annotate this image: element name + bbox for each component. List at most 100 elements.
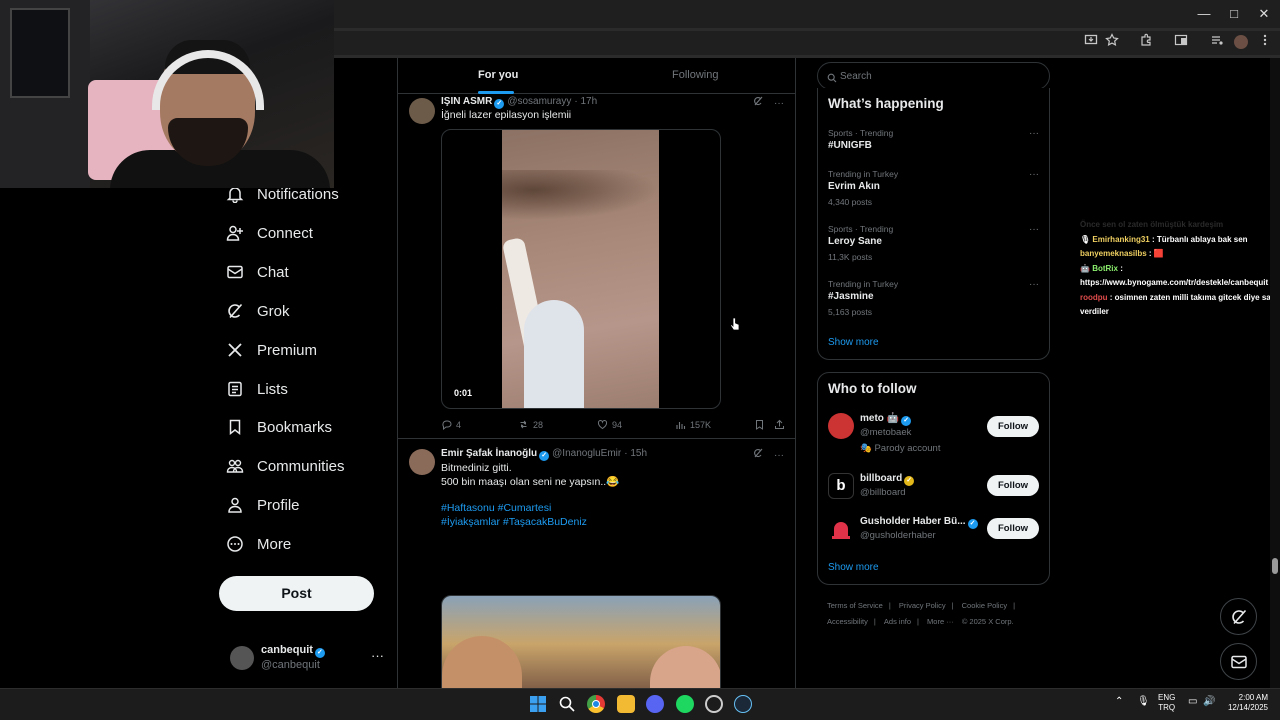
siren-icon[interactable]: [828, 516, 854, 542]
mail-icon: [222, 259, 248, 285]
grok-icon[interactable]: [753, 96, 766, 109]
views-button[interactable]: 157K: [675, 419, 711, 430]
verified-badge-icon: ✓: [967, 519, 978, 529]
follow-button[interactable]: Follow: [987, 475, 1039, 496]
suggested-user-name[interactable]: Gusholder Haber Bü... ✓: [860, 516, 978, 529]
reply-icon: [442, 420, 452, 430]
footer-cookie-link[interactable]: Cookie Policy: [962, 601, 1007, 610]
tweet[interactable]: IŞIN ASMR ✓ @sosamurayy · 17h ··· İğneli la…: [398, 94, 795, 439]
minimize-button[interactable]: —: [1192, 4, 1216, 24]
follow-button[interactable]: Follow: [987, 416, 1039, 437]
windows-taskbar: [0, 688, 1280, 720]
x-logo-icon: [222, 337, 248, 363]
tweet[interactable]: Emir Şafak İnanoğlu ✓ @InanogluEmir · 15h ·…: [398, 440, 795, 688]
footer-ads-link[interactable]: Ads info: [884, 617, 911, 626]
browser-menu-icon[interactable]: [1256, 33, 1274, 51]
nav-bookmarks[interactable]: Bookmarks: [222, 412, 332, 442]
media-control-icon[interactable]: [1208, 33, 1226, 51]
follow-button[interactable]: Follow: [987, 518, 1039, 539]
account-more-icon[interactable]: ···: [371, 648, 384, 663]
avatar[interactable]: [409, 449, 435, 475]
page-scrollbar[interactable]: [1270, 58, 1280, 688]
nav-premium[interactable]: Premium: [222, 335, 317, 365]
spotify-icon[interactable]: [676, 695, 694, 713]
grok-icon[interactable]: [753, 448, 766, 461]
tweet-video[interactable]: [441, 595, 721, 688]
windows-start-icon[interactable]: [529, 695, 547, 713]
tweet-author[interactable]: IŞIN ASMR ✓ @sosamurayy · 17h: [441, 96, 597, 109]
tweet-more-icon[interactable]: ···: [774, 98, 784, 109]
avatar[interactable]: [828, 413, 854, 439]
nav-label: More: [257, 535, 292, 553]
nav-lists[interactable]: Lists: [222, 374, 288, 404]
share-button[interactable]: [774, 419, 785, 430]
trend-count: 4,340 posts: [828, 197, 872, 207]
maximize-button[interactable]: □: [1222, 4, 1246, 24]
nav-chat[interactable]: Chat: [222, 257, 289, 287]
trends-show-more-link[interactable]: Show more: [828, 337, 879, 348]
suggested-user-name[interactable]: billboard ✓: [860, 473, 915, 486]
search-input[interactable]: Search: [817, 62, 1050, 90]
trend-name[interactable]: Evrim Akın: [828, 181, 880, 192]
reply-button[interactable]: 4: [441, 419, 461, 430]
trend-name[interactable]: #Jasmine: [828, 291, 874, 302]
tab-following[interactable]: Following: [672, 69, 718, 81]
trend-name[interactable]: Leroy Sane: [828, 236, 882, 247]
footer-more-link[interactable]: More ···: [927, 617, 954, 626]
nav-label: Chat: [257, 263, 289, 281]
trend-more-icon[interactable]: ···: [1029, 128, 1039, 139]
trend-more-icon[interactable]: ···: [1029, 279, 1039, 290]
file-explorer-icon[interactable]: [617, 695, 635, 713]
post-button[interactable]: Post: [219, 576, 374, 611]
tweet-video[interactable]: 0:01: [441, 129, 721, 409]
search-icon[interactable]: [558, 695, 576, 713]
discord-icon[interactable]: [646, 695, 664, 713]
nav-connect[interactable]: Connect: [222, 218, 313, 248]
person-add-icon: [222, 220, 248, 246]
nav-more[interactable]: More: [222, 529, 291, 559]
tab-for-you[interactable]: For you: [478, 69, 518, 81]
app-icon[interactable]: [705, 695, 723, 713]
account-switcher[interactable]: canbequit ✓ @canbequit ···: [226, 640, 386, 680]
bookmark-star-icon[interactable]: [1103, 33, 1121, 51]
footer-accessibility-link[interactable]: Accessibility: [827, 617, 868, 626]
extensions-icon[interactable]: [1137, 33, 1155, 51]
tweet-more-icon[interactable]: ···: [774, 450, 784, 461]
microphone-icon[interactable]: 🎙: [1137, 696, 1150, 707]
close-window-button[interactable]: ✕: [1252, 4, 1276, 24]
footer-terms-link[interactable]: Terms of Service: [827, 601, 883, 610]
trend-name[interactable]: #UNIGFB: [828, 140, 872, 151]
trend-more-icon[interactable]: ···: [1029, 224, 1039, 235]
nav-communities[interactable]: Communities: [222, 451, 345, 481]
steam-icon[interactable]: [734, 695, 752, 713]
language-indicator[interactable]: ENG TRQ: [1158, 693, 1175, 713]
person-icon: [222, 492, 248, 518]
system-clock[interactable]: 2:00 AM 12/14/2025: [1222, 693, 1268, 713]
split-view-icon[interactable]: [1172, 33, 1190, 51]
volume-icon[interactable]: 🔊: [1203, 696, 1215, 707]
nav-grok[interactable]: Grok: [222, 296, 290, 326]
avatar[interactable]: [409, 98, 435, 124]
install-app-icon[interactable]: [1082, 33, 1100, 51]
profile-avatar-icon[interactable]: [1232, 33, 1250, 51]
video-timestamp: 0:01: [454, 388, 473, 398]
suggested-user-name[interactable]: meto 🤖 ✓: [860, 413, 912, 426]
billboard-logo-icon[interactable]: b: [828, 473, 854, 499]
nav-profile[interactable]: Profile: [222, 490, 300, 520]
network-icon[interactable]: ▭: [1188, 696, 1197, 707]
who-to-follow-show-more-link[interactable]: Show more: [828, 562, 879, 573]
trend-more-icon[interactable]: ···: [1029, 169, 1039, 180]
chrome-icon[interactable]: [587, 695, 605, 713]
video-frame: [501, 130, 659, 408]
bookmark-button[interactable]: [754, 419, 765, 430]
tray-chevron-icon[interactable]: ⌃: [1115, 696, 1123, 707]
like-button[interactable]: 94: [597, 419, 622, 430]
grok-float-button[interactable]: [1220, 598, 1257, 635]
tweet-author[interactable]: Emir Şafak İnanoğlu ✓ @InanogluEmir · 15h: [441, 448, 647, 461]
messages-float-button[interactable]: [1220, 643, 1257, 680]
hashtag-line[interactable]: #Haftasonu #Cumartesi: [441, 502, 619, 516]
scrollbar-thumb[interactable]: [1272, 558, 1278, 574]
footer-privacy-link[interactable]: Privacy Policy: [899, 601, 946, 610]
repost-button[interactable]: 28: [518, 419, 543, 430]
hashtag-line[interactable]: #İyiakşamlar #TaşacakBuDeniz: [441, 516, 619, 530]
